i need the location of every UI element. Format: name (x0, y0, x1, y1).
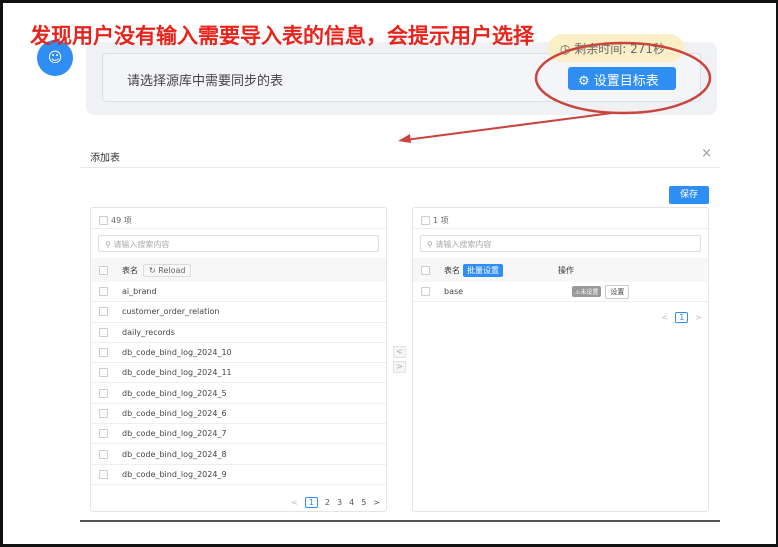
save-button[interactable]: 保存 (669, 186, 709, 204)
page-4[interactable]: 4 (349, 498, 354, 507)
table-row[interactable]: db_code_bind_log_2024_8 (91, 444, 386, 465)
column-name: 表名 (122, 265, 138, 275)
prev-page-button[interactable]: < (662, 313, 669, 322)
table-row[interactable]: db_code_bind_log_2024_6 (91, 404, 386, 425)
move-left-button[interactable]: < (393, 346, 406, 358)
gear-icon: ⚙ (578, 74, 594, 89)
item-count: 49 项 (111, 216, 132, 225)
timer-text: 剩余时间: 271秒 (574, 42, 666, 56)
table-name: db_code_bind_log_2024_7 (122, 429, 227, 439)
timer-badge: ◷ 剩余时间: 271秒 (548, 34, 684, 62)
status-badge: ⚠未设置 (572, 286, 602, 298)
table-name: db_code_bind_log_2024_6 (122, 408, 227, 418)
row-checkbox[interactable] (99, 327, 108, 337)
table-row[interactable]: ai_brand (91, 282, 386, 303)
table-name: daily_records (122, 327, 175, 337)
select-all-checkbox[interactable] (421, 216, 430, 225)
batch-set-button[interactable]: 批量设置 (463, 263, 503, 277)
table-name: db_code_bind_log_2024_11 (122, 368, 232, 378)
search-input[interactable]: ⚲ 请输入搜索内容 (98, 235, 379, 252)
row-checkbox[interactable] (99, 307, 108, 317)
header-checkbox[interactable] (99, 265, 108, 275)
table-name: db_code_bind_log_2024_9 (122, 469, 227, 479)
table-name: ai_brand (122, 287, 157, 297)
page-5[interactable]: 5 (361, 498, 366, 507)
table-header: 表名 批量设置 操作 (413, 258, 708, 282)
add-table-modal: 添加表 × 保存 49 项 ⚲ 请输入搜索内容 表名 ↻ Reload ai_b… (80, 142, 720, 522)
annotation-title: 发现用户没有输入需要导入表的信息，会提示用户选择 (30, 24, 534, 48)
table-row[interactable]: daily_records (91, 323, 386, 343)
prompt-text: 请选择源库中需要同步的表 (127, 74, 284, 89)
table-name: customer_order_relation (122, 307, 220, 317)
next-page-button[interactable]: > (695, 313, 702, 322)
row-checkbox[interactable] (99, 408, 108, 418)
select-all-checkbox[interactable] (99, 216, 108, 225)
target-table-panel: 1 项 ⚲ 请输入搜索内容 表名 批量设置 操作 base ⚠未设置 设置 < … (412, 207, 709, 512)
column-name: 表名 (444, 265, 460, 275)
reload-label: Reload (158, 265, 186, 275)
search-placeholder: 请输入搜索内容 (113, 240, 170, 249)
table-row[interactable]: db_code_bind_log_2024_10 (91, 343, 386, 364)
set-target-table-button[interactable]: ⚙ 设置目标表 (568, 67, 676, 90)
table-row[interactable]: db_code_bind_log_2024_5 (91, 383, 386, 404)
table-row[interactable]: db_code_bind_log_2024_11 (91, 363, 386, 384)
table-name: db_code_bind_log_2024_5 (122, 388, 227, 398)
pagination: < 1 > (662, 312, 702, 323)
table-row[interactable]: db_code_bind_log_2024_7 (91, 424, 386, 445)
column-operation: 操作 (558, 265, 574, 275)
item-count: 1 项 (433, 216, 449, 225)
close-icon[interactable]: × (701, 146, 712, 161)
search-input[interactable]: ⚲ 请输入搜索内容 (420, 235, 701, 252)
next-page-button[interactable]: > (373, 498, 380, 507)
set-button[interactable]: 设置 (605, 284, 630, 299)
modal-header: 添加表 × (80, 142, 720, 168)
row-checkbox[interactable] (99, 348, 108, 358)
button-label: 设置目标表 (593, 74, 659, 89)
table-row[interactable]: customer_order_relation (91, 302, 386, 323)
page-1[interactable]: 1 (304, 497, 318, 508)
table-row: base ⚠未设置 设置 (413, 282, 708, 303)
table-name: db_code_bind_log_2024_10 (122, 348, 232, 358)
page-1[interactable]: 1 (675, 312, 689, 323)
table-name: base (444, 287, 464, 297)
reload-button[interactable]: ↻ Reload (143, 263, 192, 277)
row-checkbox[interactable] (99, 429, 108, 439)
table-row[interactable]: db_code_bind_log_2024_9 (91, 465, 386, 485)
page-2[interactable]: 2 (325, 498, 330, 507)
row-checkbox[interactable] (99, 449, 108, 459)
source-table-panel: 49 项 ⚲ 请输入搜索内容 表名 ↻ Reload ai_brandcusto… (90, 207, 387, 512)
row-checkbox[interactable] (99, 388, 108, 398)
row-checkbox[interactable] (99, 287, 108, 297)
header-checkbox[interactable] (421, 265, 430, 275)
table-header: 表名 ↻ Reload (91, 258, 386, 282)
modal-title: 添加表 (90, 153, 120, 164)
clock-icon: ◷ (560, 42, 575, 56)
row-checkbox[interactable] (421, 287, 430, 297)
prev-page-button[interactable]: < (291, 498, 298, 507)
pagination: < 1 2 3 4 5 > (291, 497, 380, 508)
robot-icon: ☺ (47, 50, 63, 66)
move-right-button[interactable]: > (393, 361, 406, 373)
page-3[interactable]: 3 (337, 498, 342, 507)
table-name: db_code_bind_log_2024_8 (122, 449, 227, 459)
search-placeholder: 请输入搜索内容 (435, 240, 492, 249)
row-checkbox[interactable] (99, 469, 108, 479)
row-checkbox[interactable] (99, 368, 108, 378)
